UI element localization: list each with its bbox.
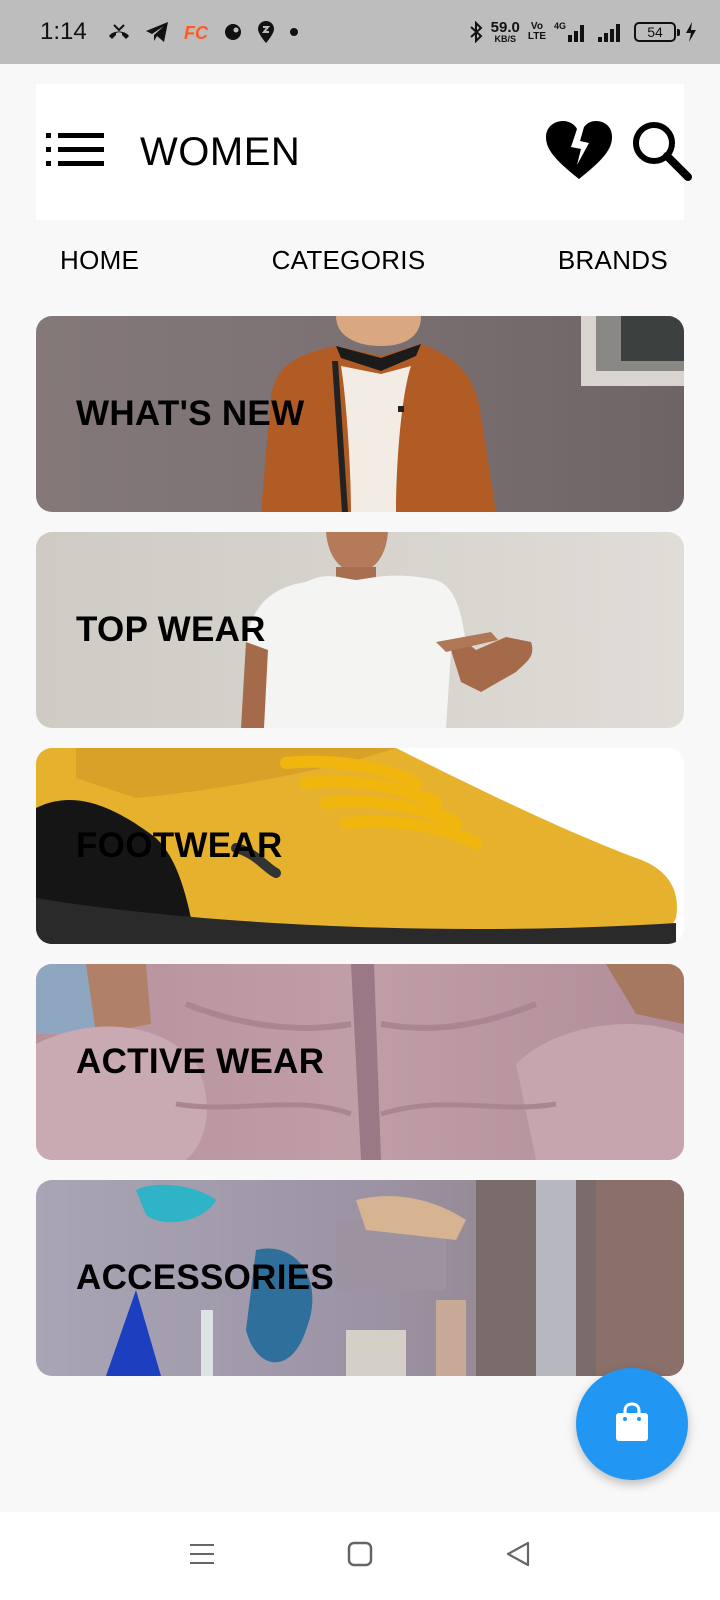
category-card-accessories[interactable]: ACCESSORIES — [36, 1180, 684, 1376]
status-time: 1:14 — [40, 18, 87, 45]
signal-icon: 4G — [554, 21, 588, 43]
charging-icon — [684, 21, 698, 43]
fc-app-icon: FC — [183, 22, 209, 42]
nav-home[interactable]: HOME — [60, 245, 139, 276]
category-card-top-wear[interactable]: TOP WEAR — [36, 532, 684, 728]
notification-icons: FC — [107, 20, 299, 44]
cart-fab-button[interactable] — [576, 1368, 688, 1480]
broken-heart-icon[interactable] — [544, 119, 614, 186]
recents-icon[interactable] — [188, 1540, 216, 1573]
dot-icon — [289, 27, 299, 37]
app-header: WOMEN — [36, 84, 692, 220]
volte-indicator: Vo LTE — [527, 21, 546, 42]
category-label: WHAT'S NEW — [76, 394, 305, 433]
category-label: ACTIVE WEAR — [76, 1042, 325, 1081]
category-list: WHAT'S NEW TOP WEAR FOOTWEAR ACTIVE WEAR… — [36, 316, 684, 1396]
home-square-icon[interactable] — [346, 1540, 374, 1573]
status-bar: 1:14 FC 59.0 KB/S Vo LTE 4G 54 — [0, 0, 720, 64]
nav-brands[interactable]: BRANDS — [558, 245, 668, 276]
network-speed: 59.0 KB/S — [490, 19, 520, 44]
bluetooth-icon — [469, 21, 483, 43]
category-card-whats-new[interactable]: WHAT'S NEW — [36, 316, 684, 512]
nav-categories[interactable]: CATEGORIS — [272, 245, 426, 276]
system-status-icons: 59.0 KB/S Vo LTE 4G 54 — [469, 20, 698, 44]
category-card-active-wear[interactable]: ACTIVE WEAR — [36, 964, 684, 1160]
app-icon — [223, 22, 243, 42]
svg-text:4G: 4G — [554, 21, 566, 31]
swiggy-icon — [257, 20, 275, 44]
battery-indicator: 54 — [634, 22, 680, 42]
category-card-footwear[interactable]: FOOTWEAR — [36, 748, 684, 944]
menu-icon[interactable] — [46, 132, 106, 173]
system-navigation-bar — [0, 1512, 720, 1600]
missed-call-icon — [107, 22, 131, 42]
signal-icon-2 — [596, 21, 626, 43]
search-icon[interactable] — [630, 119, 692, 186]
svg-text:FC: FC — [184, 23, 209, 42]
category-label: TOP WEAR — [76, 610, 266, 649]
back-triangle-icon[interactable] — [504, 1540, 532, 1573]
category-label: ACCESSORIES — [76, 1258, 335, 1297]
shopping-bag-icon — [614, 1401, 650, 1447]
page-title: WOMEN — [140, 129, 301, 174]
header-actions — [544, 119, 692, 186]
category-label: FOOTWEAR — [76, 826, 283, 865]
telegram-icon — [145, 21, 169, 43]
top-nav: HOME CATEGORIS BRANDS — [60, 240, 668, 280]
